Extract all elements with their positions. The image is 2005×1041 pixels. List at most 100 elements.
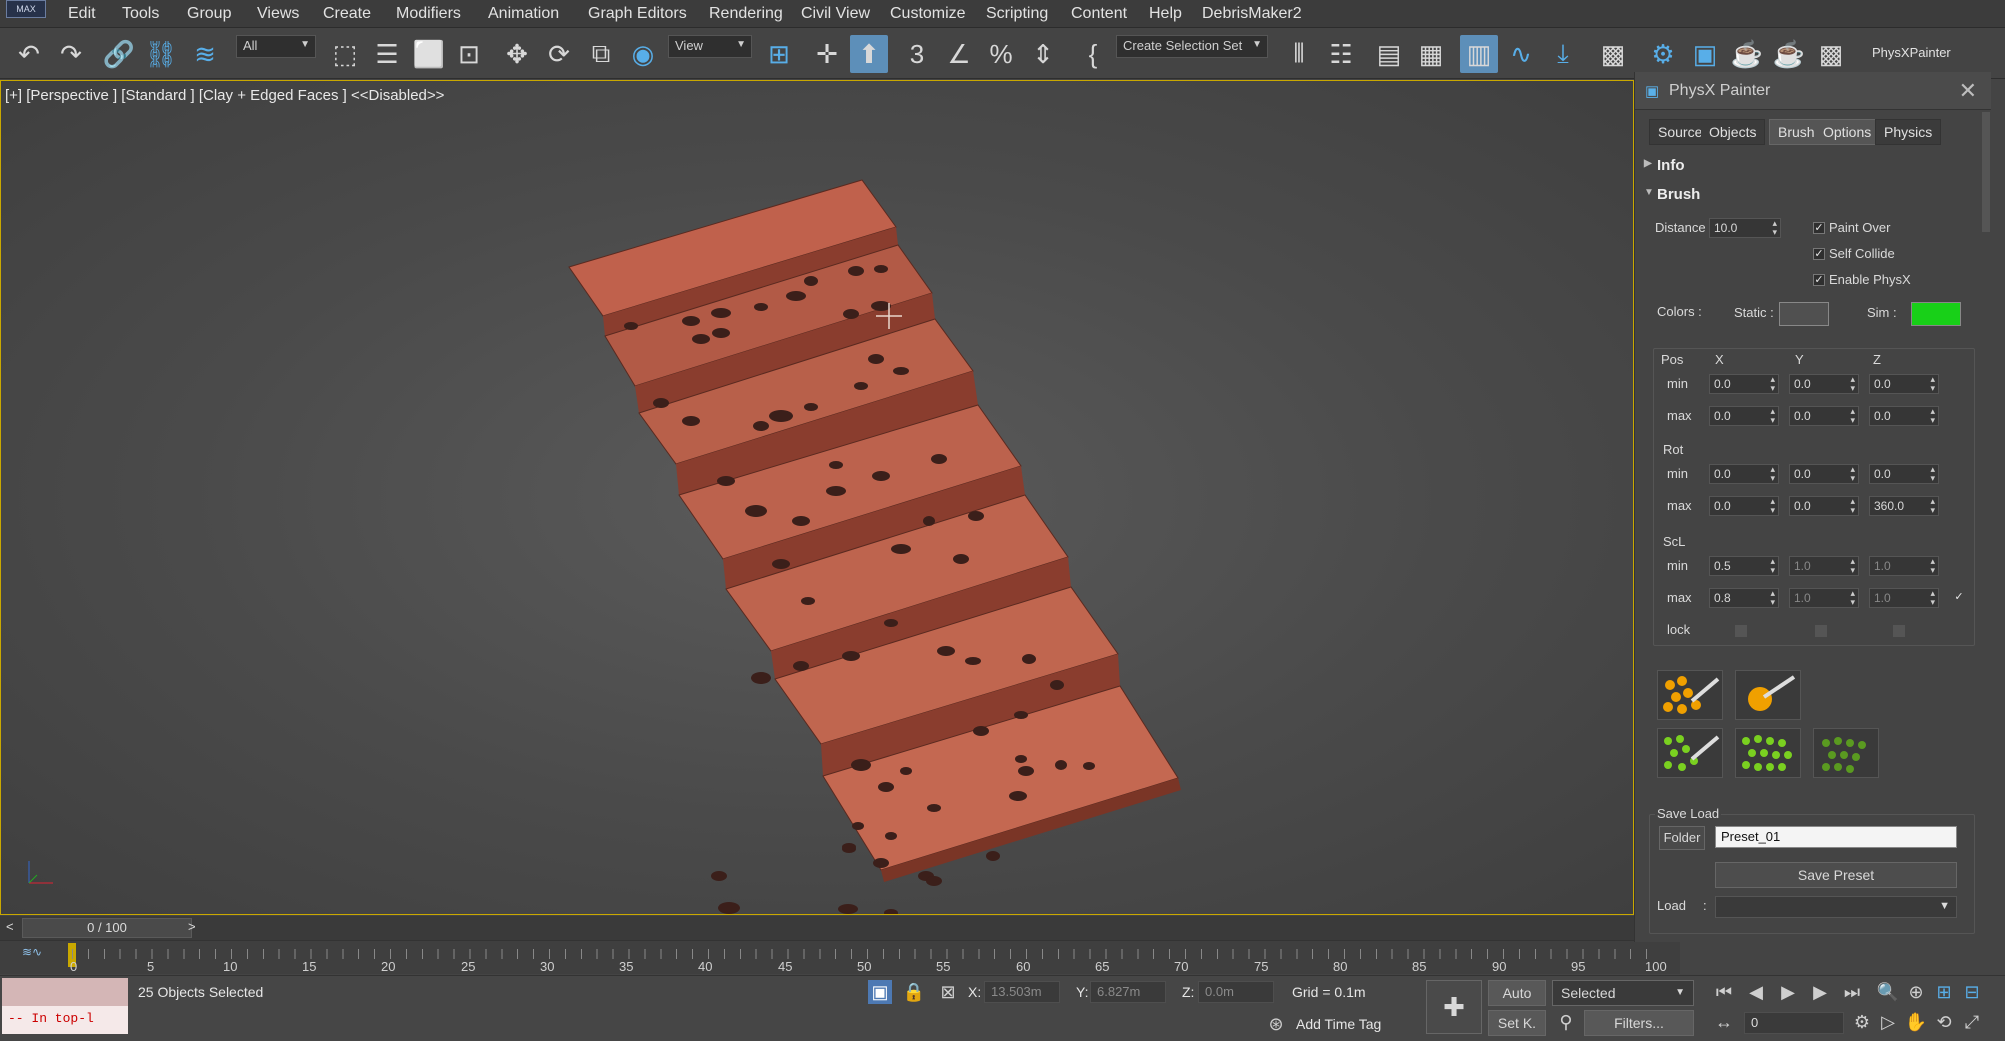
toggle-ribbon-icon[interactable]: ▥ — [1460, 35, 1498, 73]
uniform-scale-checkbox[interactable]: ✓ — [1953, 592, 1965, 604]
menu-views[interactable]: Views — [257, 5, 299, 23]
load-preset-dropdown[interactable]: ▼ — [1715, 896, 1957, 918]
select-by-name-icon[interactable]: ☰ — [368, 35, 406, 73]
y-coord-field[interactable]: 6.827m — [1090, 981, 1166, 1003]
z-coord-field[interactable]: 0.0m — [1198, 981, 1274, 1003]
rect-selection-icon[interactable]: ⬜ — [410, 35, 448, 73]
layer-explorer-icon[interactable]: ▦ — [1412, 35, 1450, 73]
prev-frame-button[interactable]: < — [6, 919, 14, 934]
current-frame-field[interactable]: 0 — [1744, 1012, 1844, 1034]
select-manipulate-icon[interactable]: ✛ — [808, 35, 846, 73]
render-online-icon[interactable]: ▩ — [1812, 35, 1850, 73]
place-icon[interactable]: ◉ — [624, 35, 662, 73]
next-frame-button[interactable]: > — [188, 919, 196, 934]
scl-min-x-spinner[interactable]: 0.5 ▴ ▾ — [1709, 556, 1779, 576]
orbit-icon[interactable]: ⟲ — [1932, 1010, 1956, 1034]
maxscript-output[interactable] — [2, 978, 128, 1006]
mirror-icon[interactable]: ⫴ — [1280, 35, 1318, 73]
key-filters-button[interactable]: Filters... — [1584, 1010, 1694, 1036]
pos-max-z-spinner[interactable]: 0.0 ▴ ▾ — [1869, 406, 1939, 426]
rollout-info[interactable]: ▶ Info — [1635, 154, 1979, 178]
menu-graph-editors[interactable]: Graph Editors — [588, 5, 687, 23]
field-of-view-icon[interactable]: ▷ — [1876, 1010, 1900, 1034]
key-filter-dropdown[interactable]: Selected ▼ — [1552, 980, 1694, 1006]
rot-max-y-spinner[interactable]: 0.0 ▴ ▾ — [1789, 496, 1859, 516]
undo-icon[interactable]: ↶ — [10, 35, 48, 73]
menu-group[interactable]: Group — [187, 5, 231, 23]
zoom-extents-all-icon[interactable]: ⊟ — [1960, 980, 1984, 1004]
rollout-brush[interactable]: ▼ Brush — [1635, 183, 1979, 207]
spinner-snap-icon[interactable]: ⇕ — [1024, 35, 1062, 73]
time-tag-icon[interactable]: ⊛ — [1264, 1012, 1288, 1036]
distance-spinner[interactable]: 10.0 ▴ ▾ — [1709, 218, 1781, 238]
bind-space-warp-icon[interactable]: ≋ — [186, 35, 224, 73]
rot-max-z-spinner[interactable]: 360.0 ▴ ▾ — [1869, 496, 1939, 516]
rot-max-x-spinner[interactable]: 0.0 ▴ ▾ — [1709, 496, 1779, 516]
scatter-sim-brush-icon[interactable] — [1735, 728, 1801, 778]
key-mode-toggle-icon[interactable]: ↔ — [1712, 1010, 1736, 1034]
pan-icon[interactable]: ✋ — [1904, 1010, 1928, 1034]
pos-max-y-spinner[interactable]: 0.0 ▴ ▾ — [1789, 406, 1859, 426]
schematic-view-icon[interactable]: ⤓ — [1544, 35, 1582, 73]
panel-scrollbar[interactable] — [1982, 112, 1990, 232]
curve-editor-icon[interactable]: ∿ — [1502, 35, 1540, 73]
lock-y-checkbox[interactable] — [1815, 625, 1827, 637]
window-crossing-icon[interactable]: ⊡ — [450, 35, 488, 73]
percent-snap-icon[interactable]: % — [982, 35, 1020, 73]
rot-min-x-spinner[interactable]: 0.0 ▴ ▾ — [1709, 464, 1779, 484]
menu-create[interactable]: Create — [323, 5, 371, 23]
static-color-swatch[interactable] — [1779, 302, 1829, 326]
previous-frame-icon[interactable]: ◀ — [1744, 980, 1768, 1004]
key-mode-icon[interactable]: ⚲ — [1554, 1010, 1578, 1034]
maxscript-input[interactable]: -- In top-l — [2, 1006, 128, 1034]
set-key-button[interactable]: Set K. — [1488, 1010, 1546, 1036]
time-slider[interactable]: 0 / 100 — [22, 918, 192, 938]
rot-min-z-spinner[interactable]: 0.0 ▴ ▾ — [1869, 464, 1939, 484]
link-icon[interactable]: 🔗 — [100, 35, 138, 73]
absolute-mode-icon[interactable]: ⊠ — [936, 980, 960, 1004]
angle-snap-icon[interactable]: ∠ — [940, 35, 978, 73]
unlink-icon[interactable]: ⛓ — [142, 35, 180, 73]
menu-animation[interactable]: Animation — [488, 5, 559, 23]
trackbar[interactable]: ≋∿ 0 5 10 15 20 25 30 35 40 45 50 55 60 … — [0, 940, 1680, 974]
perspective-viewport[interactable]: [+] [Perspective ] [Standard ] [Clay + E… — [0, 80, 1634, 915]
snaps-toggle-icon[interactable]: 3 — [898, 35, 936, 73]
menu-content[interactable]: Content — [1071, 5, 1127, 23]
zoom-all-icon[interactable]: ⊕ — [1904, 980, 1928, 1004]
physxpainter-toolbar-label[interactable]: PhysXPainter — [1872, 45, 1951, 60]
zoom-icon[interactable]: 🔍 — [1876, 980, 1900, 1004]
scl-max-x-spinner[interactable]: 0.8 ▴ ▾ — [1709, 588, 1779, 608]
erase-sim-brush-icon[interactable] — [1813, 728, 1879, 778]
set-key-big-icon[interactable]: ✚ — [1426, 980, 1482, 1034]
pos-min-z-spinner[interactable]: 0.0 ▴ ▾ — [1869, 374, 1939, 394]
maximize-viewport-icon[interactable]: ⤢ — [1960, 1010, 1984, 1034]
enable-physx-checkbox[interactable]: ✓ — [1813, 274, 1825, 286]
menu-debrismaker2[interactable]: DebrisMaker2 — [1202, 5, 1302, 23]
x-coord-field[interactable]: 13.503m — [984, 981, 1060, 1003]
selection-filter-dropdown[interactable]: All ▼ — [236, 35, 316, 58]
go-to-end-icon[interactable]: ⏭ — [1840, 980, 1864, 1004]
play-icon[interactable]: ▶ — [1776, 980, 1800, 1004]
render-setup-icon[interactable]: ⚙ — [1644, 35, 1682, 73]
rendered-frame-window-icon[interactable]: ▣ — [1686, 35, 1724, 73]
pos-max-x-spinner[interactable]: 0.0 ▴ ▾ — [1709, 406, 1779, 426]
menu-edit[interactable]: Edit — [68, 5, 96, 23]
tab-objects[interactable]: Objects — [1701, 119, 1766, 145]
time-config-icon[interactable]: ⚙ — [1850, 1010, 1874, 1034]
rot-min-y-spinner[interactable]: 0.0 ▴ ▾ — [1789, 464, 1859, 484]
menu-civil-view[interactable]: Civil View — [801, 5, 870, 23]
move-icon[interactable]: ✥ — [498, 35, 536, 73]
menu-scripting[interactable]: Scripting — [986, 5, 1048, 23]
paint-single-brush-icon[interactable] — [1735, 670, 1801, 720]
maxscript-listener[interactable]: -- In top-l — [2, 978, 128, 1036]
reference-coord-dropdown[interactable]: View ▼ — [668, 35, 752, 58]
save-preset-button[interactable]: Save Preset — [1715, 862, 1957, 888]
rotate-icon[interactable]: ⟳ — [540, 35, 578, 73]
app-logo[interactable]: MAX — [6, 0, 46, 18]
menu-customize[interactable]: Customize — [890, 5, 966, 23]
add-time-tag[interactable]: Add Time Tag — [1296, 1016, 1381, 1032]
self-collide-checkbox[interactable]: ✓ — [1813, 248, 1825, 260]
next-frame-icon[interactable]: ▶ — [1808, 980, 1832, 1004]
zoom-extents-icon[interactable]: ⊞ — [1932, 980, 1956, 1004]
pos-min-x-spinner[interactable]: 0.0 ▴ ▾ — [1709, 374, 1779, 394]
